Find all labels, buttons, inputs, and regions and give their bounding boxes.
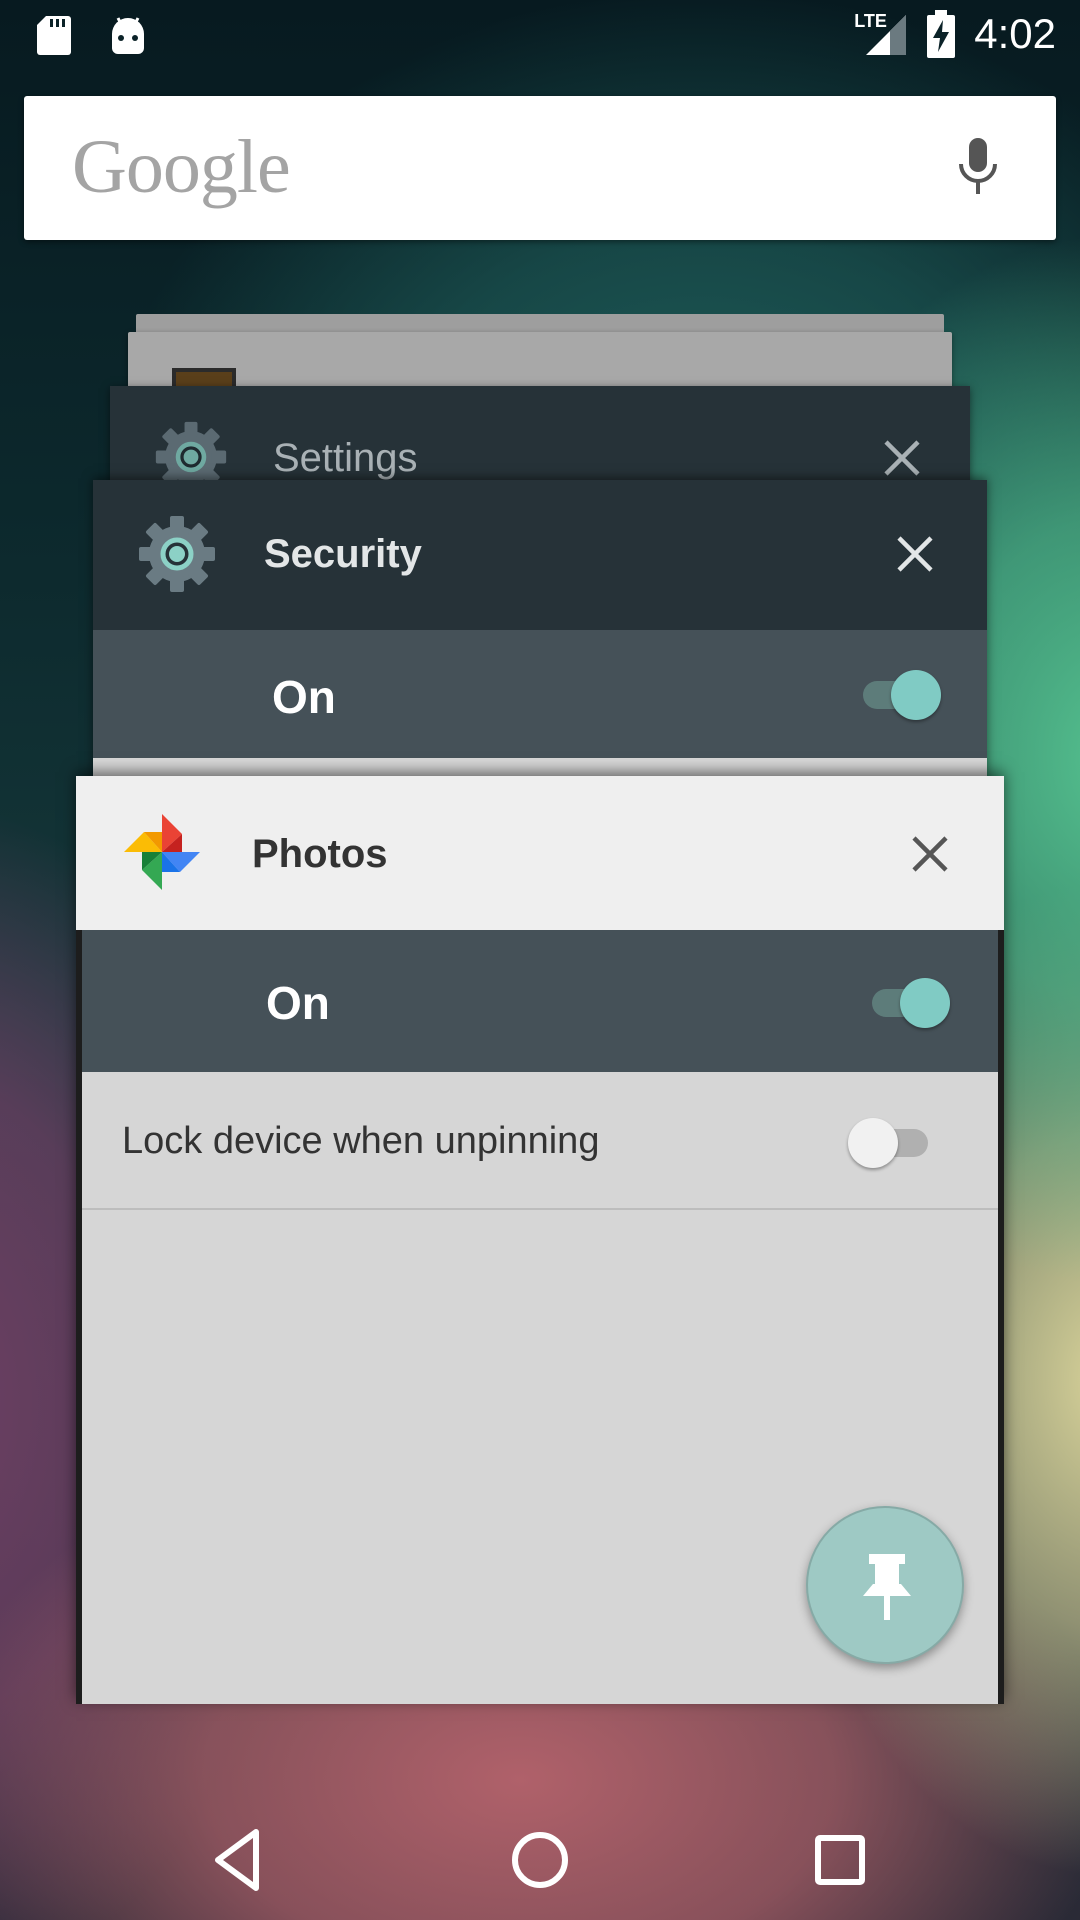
lock-device-setting-row[interactable]: Lock device when unpinning (82, 1072, 998, 1210)
navigation-bar (0, 1800, 1080, 1920)
switch-label: On (272, 671, 336, 723)
card-edge (998, 930, 1004, 1704)
home-icon[interactable] (498, 1818, 582, 1902)
gear-icon (155, 421, 227, 486)
lte-signal-icon: LTE (854, 11, 908, 57)
card-header: Photos (76, 776, 1004, 930)
status-bar: LTE 4:02 (0, 0, 1080, 72)
close-icon[interactable] (887, 526, 943, 582)
close-icon[interactable] (902, 826, 958, 882)
mic-icon[interactable] (956, 136, 1000, 196)
battery-charging-icon (927, 10, 956, 58)
recent-card-security[interactable]: Security On (93, 480, 987, 780)
card-title: Security (264, 532, 422, 576)
photos-pinwheel-icon (124, 814, 200, 890)
card-header: Security (93, 480, 987, 630)
recent-card-settings[interactable]: Settings (110, 386, 970, 486)
gear-icon (139, 516, 215, 592)
card-title: Settings (273, 436, 418, 480)
google-search-bar[interactable]: Google (24, 96, 1056, 240)
back-icon[interactable] (198, 1818, 282, 1902)
close-icon[interactable] (874, 430, 930, 486)
pin-button[interactable] (806, 1506, 964, 1664)
screen-pinning-switch-row: On (93, 630, 987, 758)
screen-pinning-toggle[interactable] (868, 978, 950, 1028)
google-logo: Google (72, 125, 291, 209)
card-title: Photos (252, 832, 388, 876)
android-icon (112, 17, 144, 54)
lock-device-toggle[interactable] (848, 1118, 932, 1168)
switch-label: On (266, 977, 330, 1029)
sd-card-icon (37, 16, 71, 55)
screen-pinning-switch-row: On (82, 930, 998, 1072)
card-header: Settings (110, 386, 970, 486)
pin-icon (863, 1554, 911, 1620)
screen-pinning-toggle[interactable] (859, 670, 941, 720)
clock: 4:02 (974, 10, 1056, 57)
setting-label: Lock device when unpinning (122, 1120, 600, 1162)
recents-icon[interactable] (798, 1818, 882, 1902)
